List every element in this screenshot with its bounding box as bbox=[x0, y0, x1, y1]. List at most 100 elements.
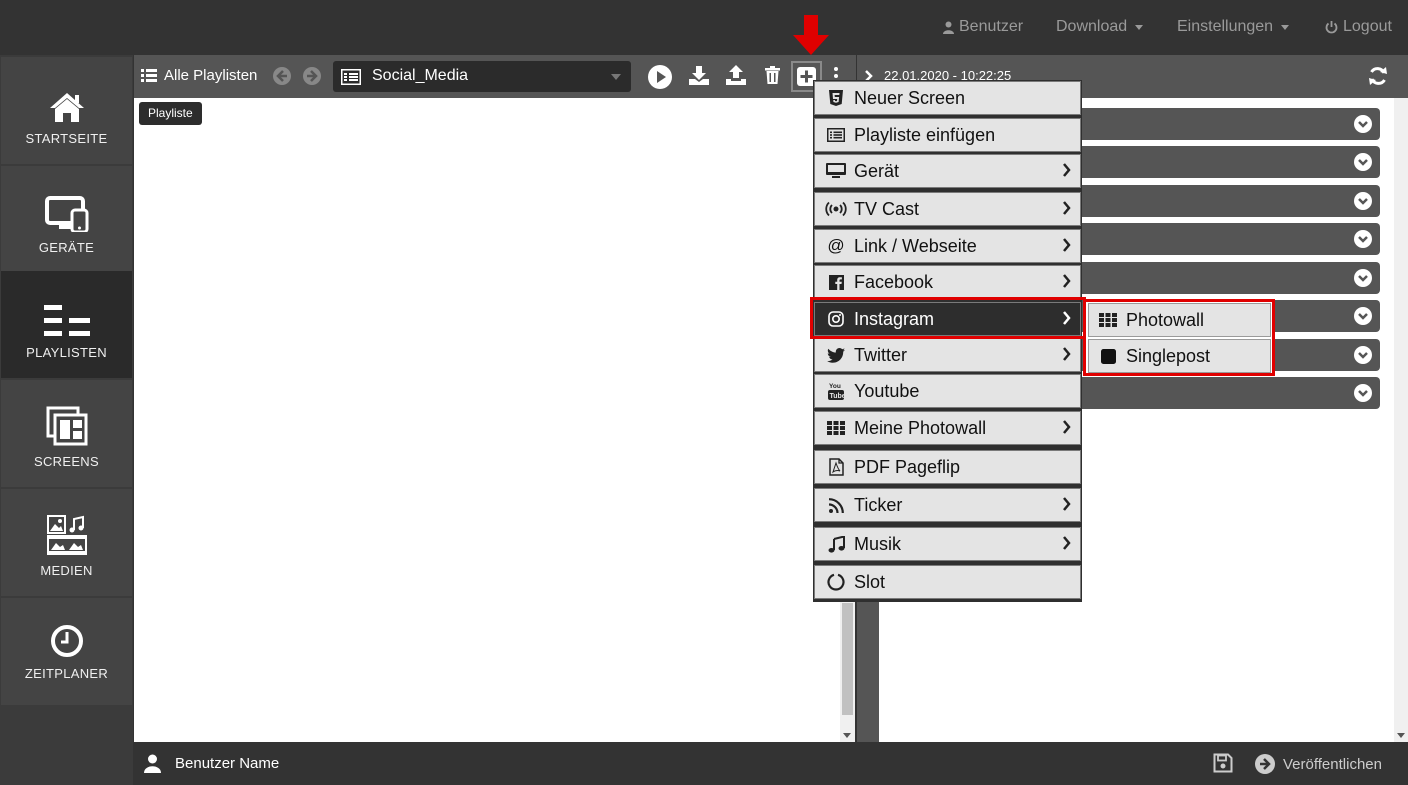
menu-item-label: Musik bbox=[854, 533, 902, 554]
chevron-down-circle-icon[interactable] bbox=[1354, 384, 1372, 402]
chevron-right-icon bbox=[1063, 163, 1071, 177]
square-icon bbox=[1097, 346, 1119, 366]
facebook-icon bbox=[824, 272, 848, 292]
submenu-item-photowall[interactable]: Photowall bbox=[1088, 303, 1271, 337]
menu-item-label: Instagram bbox=[854, 308, 935, 329]
playlist-select[interactable]: Social_Media bbox=[333, 61, 631, 92]
menu-item-playliste-einfuegen[interactable]: Playliste einfügen bbox=[814, 118, 1081, 152]
menu-item-label: Youtube bbox=[854, 380, 920, 401]
menu-item-twitter[interactable]: Twitter bbox=[814, 338, 1081, 372]
settings-menu-label: Einstellungen bbox=[1177, 18, 1274, 35]
chevron-down-circle-icon[interactable] bbox=[1354, 230, 1372, 248]
menu-item-label: Facebook bbox=[854, 271, 934, 292]
chevron-down-circle-icon[interactable] bbox=[1354, 307, 1372, 325]
submenu-item-label: Photowall bbox=[1126, 309, 1205, 330]
publish-button[interactable]: Veröffentlichen bbox=[1255, 754, 1382, 774]
twitter-icon bbox=[824, 345, 848, 365]
upload-button[interactable] bbox=[726, 65, 746, 85]
screens-icon bbox=[46, 406, 87, 446]
playlist-canvas[interactable] bbox=[134, 98, 840, 742]
user-menu[interactable]: Benutzer bbox=[943, 17, 1023, 37]
menu-item-neuer-screen[interactable]: Neuer Screen bbox=[814, 81, 1081, 115]
youtube-icon: You Tube bbox=[824, 381, 848, 401]
menu-item-meine-photowall[interactable]: Meine Photowall bbox=[814, 411, 1081, 445]
sidebar-item-medien[interactable]: MEDIEN bbox=[1, 489, 132, 596]
at-icon: @ bbox=[827, 236, 845, 255]
menu-item-geraet[interactable]: Gerät bbox=[814, 154, 1081, 188]
sidebar-item-screens[interactable]: SCREENS bbox=[1, 380, 132, 487]
home-icon bbox=[49, 93, 84, 122]
submenu-item-label: Singlepost bbox=[1126, 345, 1211, 366]
instagram-icon bbox=[824, 309, 848, 329]
chevron-right-icon bbox=[1063, 238, 1071, 252]
download-menu[interactable]: Download bbox=[1056, 17, 1144, 37]
menu-item-facebook[interactable]: Facebook bbox=[814, 265, 1081, 299]
menu-item-label: Neuer Screen bbox=[854, 87, 966, 108]
list-icon bbox=[824, 125, 848, 145]
power-icon bbox=[1325, 21, 1338, 34]
menu-item-label: PDF Pageflip bbox=[854, 456, 961, 477]
html5-icon bbox=[824, 88, 848, 108]
bottom-bar: Benutzer Name Veröffentlichen bbox=[133, 742, 1408, 785]
chevron-down-circle-icon[interactable] bbox=[1354, 115, 1372, 133]
logout-label: Logout bbox=[1343, 18, 1392, 35]
logout-link[interactable]: Logout bbox=[1325, 17, 1392, 37]
chevron-right-icon bbox=[1063, 497, 1071, 511]
user-name: Benutzer Name bbox=[175, 755, 280, 772]
menu-item-pdf-pageflip[interactable]: PDF Pageflip bbox=[814, 450, 1081, 484]
pdf-icon bbox=[824, 457, 848, 477]
save-icon[interactable] bbox=[1213, 753, 1233, 773]
menu-item-ticker[interactable]: Ticker bbox=[814, 488, 1081, 522]
chevron-down-circle-icon[interactable] bbox=[1354, 153, 1372, 171]
right-scrollbar[interactable] bbox=[1394, 98, 1408, 742]
arrow-left-circle-icon bbox=[273, 67, 291, 85]
chevron-down-circle-icon[interactable] bbox=[1354, 346, 1372, 364]
svg-text:Tube: Tube bbox=[830, 393, 845, 400]
chevron-right-icon bbox=[1063, 420, 1071, 434]
forward-button[interactable] bbox=[303, 67, 321, 85]
user-menu-label: Benutzer bbox=[959, 18, 1024, 35]
delete-button[interactable] bbox=[765, 66, 780, 84]
menu-item-instagram[interactable]: Instagram bbox=[814, 302, 1081, 336]
user-icon bbox=[144, 754, 161, 773]
settings-menu[interactable]: Einstellungen bbox=[1177, 17, 1290, 37]
monitor-icon bbox=[824, 161, 848, 181]
rss-icon bbox=[824, 495, 848, 515]
sidebar-item-label: MEDIEN bbox=[40, 563, 93, 578]
chevron-down-circle-icon[interactable] bbox=[1354, 269, 1372, 287]
sidebar-item-startseite[interactable]: STARTSEITE bbox=[1, 57, 132, 164]
menu-item-link-webseite[interactable]: @ Link / Webseite bbox=[814, 229, 1081, 263]
back-button[interactable] bbox=[273, 67, 291, 85]
menu-item-label: Meine Photowall bbox=[854, 417, 987, 438]
chevron-right-icon bbox=[1063, 347, 1071, 361]
menu-item-tv-cast[interactable]: TV Cast bbox=[814, 192, 1081, 226]
download-button[interactable] bbox=[689, 66, 709, 86]
sidebar-item-label: PLAYLISTEN bbox=[26, 345, 107, 360]
download-menu-label: Download bbox=[1056, 18, 1128, 35]
menu-item-label: TV Cast bbox=[854, 198, 920, 219]
tooltip: Playliste bbox=[139, 102, 202, 125]
instagram-submenu: Photowall Singlepost bbox=[1083, 299, 1275, 376]
menu-item-label: Slot bbox=[854, 571, 886, 592]
play-button[interactable] bbox=[647, 64, 673, 90]
upload-icon bbox=[726, 65, 746, 85]
submenu-item-singlepost[interactable]: Singlepost bbox=[1088, 339, 1271, 373]
chevron-down-circle-icon[interactable] bbox=[1354, 192, 1372, 210]
playlist-list-icon bbox=[341, 69, 361, 85]
clock-icon bbox=[50, 625, 83, 657]
sidebar-item-playlisten[interactable]: PLAYLISTEN bbox=[1, 271, 132, 378]
menu-item-youtube[interactable]: You Tube Youtube bbox=[814, 374, 1081, 408]
refresh-icon[interactable] bbox=[1368, 66, 1388, 86]
menu-item-label: Twitter bbox=[854, 344, 908, 365]
scrollbar-thumb[interactable] bbox=[842, 603, 853, 715]
sidebar-item-zeitplaner[interactable]: ZEITPLANER bbox=[1, 598, 132, 705]
sidebar-item-geraete[interactable]: GERÄTE bbox=[1, 166, 132, 273]
scroll-down-icon[interactable] bbox=[1397, 733, 1405, 738]
play-circle-icon bbox=[648, 65, 672, 89]
menu-item-slot[interactable]: Slot bbox=[814, 565, 1081, 599]
arrow-right-circle-icon bbox=[303, 67, 321, 85]
menu-item-label: Ticker bbox=[854, 494, 903, 515]
scroll-down-icon[interactable] bbox=[843, 733, 851, 738]
menu-item-musik[interactable]: Musik bbox=[814, 527, 1081, 561]
all-playlists-button[interactable]: Alle Playlisten bbox=[141, 67, 257, 84]
